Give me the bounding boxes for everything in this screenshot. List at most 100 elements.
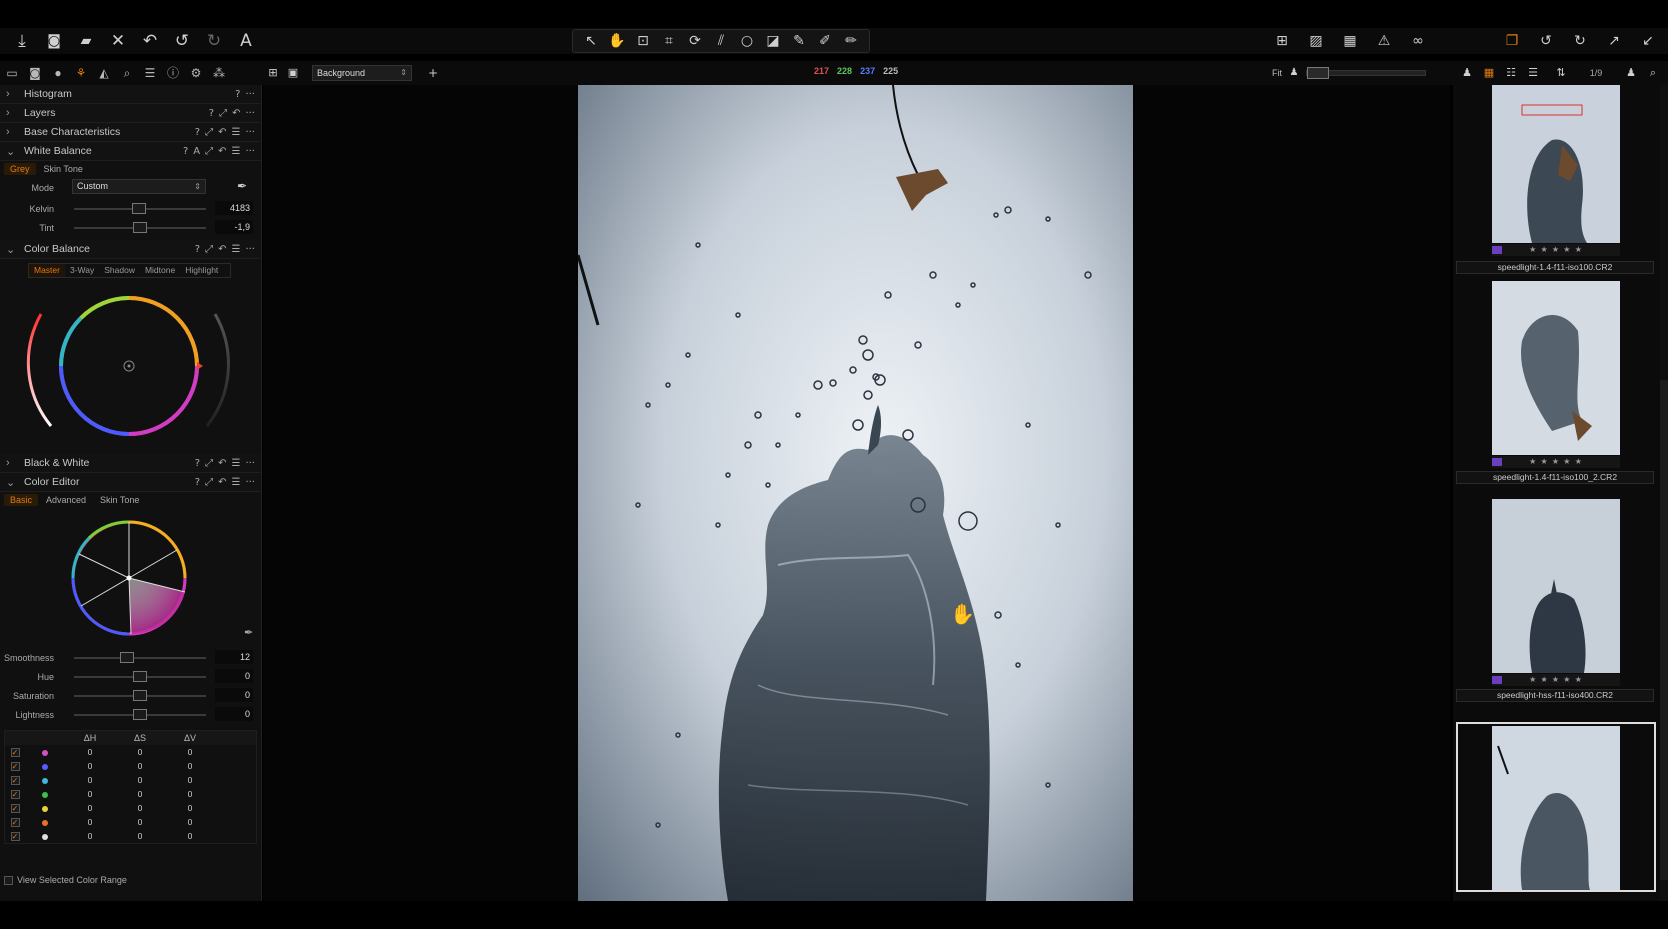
undo-all-icon[interactable]: ↶ bbox=[140, 28, 160, 54]
list-view-icon[interactable]: ☷ bbox=[1504, 60, 1518, 86]
fit-label[interactable]: Fit bbox=[1272, 68, 1282, 78]
browser-scrollbar-thumb[interactable] bbox=[1660, 380, 1668, 880]
thumbnail-image[interactable] bbox=[1492, 499, 1620, 673]
copy-apply-icon[interactable]: ⤢ bbox=[205, 123, 213, 142]
help-icon[interactable]: ? bbox=[195, 240, 200, 259]
lightness-value[interactable]: 0 bbox=[215, 707, 253, 721]
tool-header-black-white[interactable]: › Black & White ? ⤢ ↶ ☰ ··· bbox=[0, 454, 261, 473]
tool-header-histogram[interactable]: › Histogram ? ··· bbox=[0, 85, 261, 104]
thumbnail-image[interactable] bbox=[1492, 726, 1620, 890]
row-checkbox-cell[interactable]: ✓ bbox=[5, 745, 25, 759]
rating-stars[interactable]: ★ ★ ★ ★ ★ bbox=[1492, 244, 1620, 256]
smoothness-slider-handle[interactable] bbox=[120, 652, 134, 663]
presets-icon[interactable]: ☰ bbox=[231, 454, 240, 473]
eyedropper-icon[interactable]: ✒ bbox=[244, 626, 253, 639]
table-row[interactable]: ✓ 0 0 0 bbox=[5, 829, 256, 843]
browser-scrollbar[interactable] bbox=[1660, 85, 1668, 901]
eyedropper-icon[interactable]: ✒ bbox=[237, 179, 247, 193]
tab-highlight[interactable]: Highlight bbox=[180, 264, 223, 277]
row-checkbox-cell[interactable]: ✓ bbox=[5, 787, 25, 801]
row-checkbox[interactable]: ✓ bbox=[10, 832, 20, 842]
table-row[interactable]: ✓ 0 0 0 bbox=[5, 773, 256, 787]
view-selected-checkbox[interactable]: ✓ bbox=[4, 875, 13, 885]
rating-stars[interactable]: ★ ★ ★ ★ ★ bbox=[1492, 674, 1620, 686]
row-checkbox[interactable]: ✓ bbox=[10, 804, 20, 814]
tab-3-way[interactable]: 3-Way bbox=[65, 264, 99, 277]
keystone-icon[interactable]: ⫽ bbox=[711, 28, 731, 54]
export-icon[interactable]: ▰ bbox=[76, 28, 96, 54]
copy-adjust-icon[interactable]: ❐ bbox=[1502, 28, 1522, 54]
help-icon[interactable]: ? bbox=[195, 123, 200, 142]
exposure-warning-icon[interactable]: ⚠ bbox=[1374, 28, 1394, 54]
kelvin-slider[interactable] bbox=[74, 203, 206, 214]
row-checkbox-cell[interactable]: ✓ bbox=[5, 815, 25, 829]
row-checkbox-cell[interactable]: ✓ bbox=[5, 773, 25, 787]
more-icon[interactable]: ··· bbox=[245, 142, 255, 161]
copy-apply-icon[interactable]: ⤢ bbox=[205, 454, 213, 473]
tool-header-white-balance[interactable]: ⌄ White Balance ? A ⤢ ↶ ☰ ··· bbox=[0, 142, 261, 161]
table-row[interactable]: ✓ 0 0 0 bbox=[5, 787, 256, 801]
tint-slider-handle[interactable] bbox=[133, 222, 147, 233]
presets-icon[interactable]: ☰ bbox=[231, 123, 240, 142]
gradient-icon[interactable]: ✐ bbox=[815, 28, 835, 54]
more-icon[interactable]: ··· bbox=[245, 123, 255, 142]
more-icon[interactable]: ··· bbox=[245, 104, 255, 123]
reset-icon[interactable]: ↶ bbox=[218, 473, 226, 492]
thumbnail-image[interactable] bbox=[1492, 281, 1620, 455]
zoom-slider-handle[interactable] bbox=[1307, 67, 1329, 79]
image-viewer[interactable]: ✋ bbox=[263, 85, 1450, 901]
proof-icon[interactable]: ▨ bbox=[1306, 28, 1326, 54]
mask-draw-icon[interactable]: ◪ bbox=[763, 28, 783, 54]
color-editor-wheel[interactable]: ✒ bbox=[0, 508, 262, 648]
lens-tab-icon[interactable]: ⦁ bbox=[48, 63, 68, 83]
thumbnail-image[interactable] bbox=[1492, 85, 1620, 243]
grid-view-icon[interactable]: ⊞ bbox=[1272, 28, 1292, 54]
kelvin-value[interactable]: 4183 bbox=[215, 201, 253, 215]
output-tab-icon[interactable]: ⚙ bbox=[186, 63, 206, 83]
tab-basic[interactable]: Basic bbox=[4, 494, 39, 506]
pan-hand-icon[interactable]: ✋ bbox=[607, 28, 627, 54]
kelvin-slider-handle[interactable] bbox=[132, 203, 146, 214]
loupe-icon[interactable]: ⊡ bbox=[633, 28, 653, 54]
collapse-icon[interactable]: ↙ bbox=[1638, 28, 1658, 54]
row-checkbox[interactable]: ✓ bbox=[10, 818, 20, 828]
tab-midtone[interactable]: Midtone bbox=[140, 264, 180, 277]
hue-slider[interactable] bbox=[74, 671, 206, 682]
redo-icon[interactable]: ↻ bbox=[204, 28, 224, 54]
single-view-icon[interactable]: ▣ bbox=[286, 60, 300, 86]
tool-header-base-characteristics[interactable]: › Base Characteristics ? ⤢ ↶ ☰ ··· bbox=[0, 123, 261, 142]
reset-icon[interactable]: ↶ bbox=[218, 454, 226, 473]
tab-master[interactable]: Master bbox=[29, 264, 65, 277]
thumbnail-view-icon[interactable]: ▦ bbox=[1482, 60, 1496, 86]
help-icon[interactable]: ? bbox=[195, 454, 200, 473]
presets-icon[interactable]: ☰ bbox=[231, 142, 240, 161]
lightness-slider[interactable] bbox=[74, 709, 206, 720]
auto-icon[interactable]: A bbox=[193, 142, 200, 161]
brush-icon[interactable]: ✎ bbox=[789, 28, 809, 54]
row-checkbox[interactable]: ✓ bbox=[10, 762, 20, 772]
rotate-icon[interactable]: ⟳ bbox=[685, 28, 705, 54]
more-icon[interactable]: ··· bbox=[245, 473, 255, 492]
copy-apply-icon[interactable]: ⤢ bbox=[219, 104, 227, 123]
help-icon[interactable]: ? bbox=[183, 142, 188, 161]
spot-removal-icon[interactable]: ○ bbox=[737, 28, 757, 54]
presets-icon[interactable]: ☰ bbox=[231, 473, 240, 492]
row-checkbox[interactable]: ✓ bbox=[10, 776, 20, 786]
delete-icon[interactable]: ✕ bbox=[108, 28, 128, 54]
crop-icon[interactable]: ⌗ bbox=[659, 28, 679, 54]
view-selected-range[interactable]: ✓ View Selected Color Range bbox=[4, 875, 127, 885]
more-icon[interactable]: ··· bbox=[245, 454, 255, 473]
filmstrip-view-icon[interactable]: ☰ bbox=[1526, 60, 1540, 86]
table-row[interactable]: ✓ 0 0 0 bbox=[5, 815, 256, 829]
details-tab-icon[interactable]: ⌕ bbox=[117, 63, 137, 83]
help-icon[interactable]: ? bbox=[235, 85, 240, 104]
expand-icon[interactable]: ↗ bbox=[1604, 28, 1624, 54]
capture-tab-icon[interactable]: ◙ bbox=[25, 63, 45, 83]
copy-apply-icon[interactable]: ⤢ bbox=[205, 473, 213, 492]
user-icon[interactable]: ♟ bbox=[1460, 60, 1474, 86]
tab-grey[interactable]: Grey bbox=[4, 163, 36, 175]
import-icon[interactable]: ⤓ bbox=[12, 28, 32, 54]
saturation-value[interactable]: 0 bbox=[215, 688, 253, 702]
user-icon[interactable]: ♟ bbox=[1624, 60, 1638, 86]
color-balance-wheel[interactable] bbox=[0, 278, 262, 454]
